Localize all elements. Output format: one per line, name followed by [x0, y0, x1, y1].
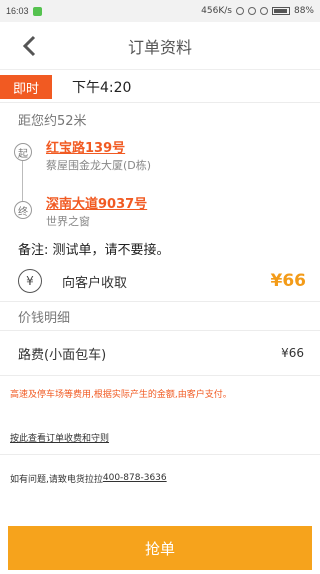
fee-label: 路费(小面包车) — [18, 347, 107, 363]
fee-rules-link[interactable]: 按此查看订单收费和守则 — [0, 420, 320, 454]
order-time-row: 即时 下午4:20 — [0, 72, 320, 102]
end-address[interactable]: 深南大道9037号 世界之窗 — [46, 193, 147, 229]
end-marker-icon: 终 — [14, 201, 32, 219]
fee-notice: 高速及停车场等费用,根据实际产生的金额,由客户支付。 — [10, 390, 232, 400]
distance-text: 距您约52米 — [18, 113, 87, 129]
top-nav: 订单资料 — [0, 22, 320, 70]
end-address-main[interactable]: 深南大道9037号 — [46, 193, 147, 212]
alarm-icon — [235, 7, 244, 15]
grab-order-button[interactable]: 抢单 — [8, 526, 312, 570]
start-address[interactable]: 红宝路139号 蔡屋围金龙大厦(D栋) — [46, 137, 151, 173]
end-address-detail: 世界之窗 — [46, 215, 90, 228]
battery-icon — [271, 7, 290, 15]
wifi-icon — [247, 7, 256, 15]
app-notification-icon — [32, 6, 42, 16]
order-remark: 备注: 测试单，请不要接。 — [18, 242, 170, 258]
back-button[interactable] — [18, 34, 40, 58]
start-address-detail: 蔡屋围金龙大厦(D栋) — [46, 159, 152, 172]
battery-level: 88% — [293, 6, 314, 16]
fee-amount: ¥66 — [281, 346, 304, 360]
price-detail-title: 价钱明细 — [18, 310, 71, 326]
order-time: 下午4:20 — [72, 80, 132, 96]
order-type-badge: 即时 — [0, 75, 52, 99]
network-speed: 456K/s — [201, 6, 232, 16]
start-address-main[interactable]: 红宝路139号 — [46, 137, 151, 156]
help-text: 如有问题,请致电货拉拉 400-878-3636 — [0, 463, 320, 493]
payment-row: ¥ 向客户收取 ¥66 — [0, 261, 320, 301]
route-section: 起 红宝路139号 蔡屋围金龙大厦(D栋) 终 深南大道9037号 世界之窗 — [0, 135, 320, 235]
divider — [0, 454, 320, 455]
payment-amount: ¥66 — [270, 271, 307, 291]
status-time: 16:03 — [6, 6, 29, 16]
signal-icon — [259, 7, 268, 15]
yen-icon: ¥ — [18, 269, 42, 293]
page-title: 订单资料 — [127, 37, 192, 57]
payment-label: 向客户收取 — [62, 275, 128, 291]
help-phone-link[interactable]: 400-878-3636 — [103, 473, 167, 483]
fee-row: 路费(小面包车) ¥66 — [0, 331, 320, 375]
back-arrow-icon — [22, 35, 36, 57]
start-marker-icon: 起 — [14, 143, 32, 161]
help-label: 如有问题,请致电货拉拉 — [10, 474, 103, 485]
status-bar: 16:03 456K/s 88% — [0, 0, 320, 22]
